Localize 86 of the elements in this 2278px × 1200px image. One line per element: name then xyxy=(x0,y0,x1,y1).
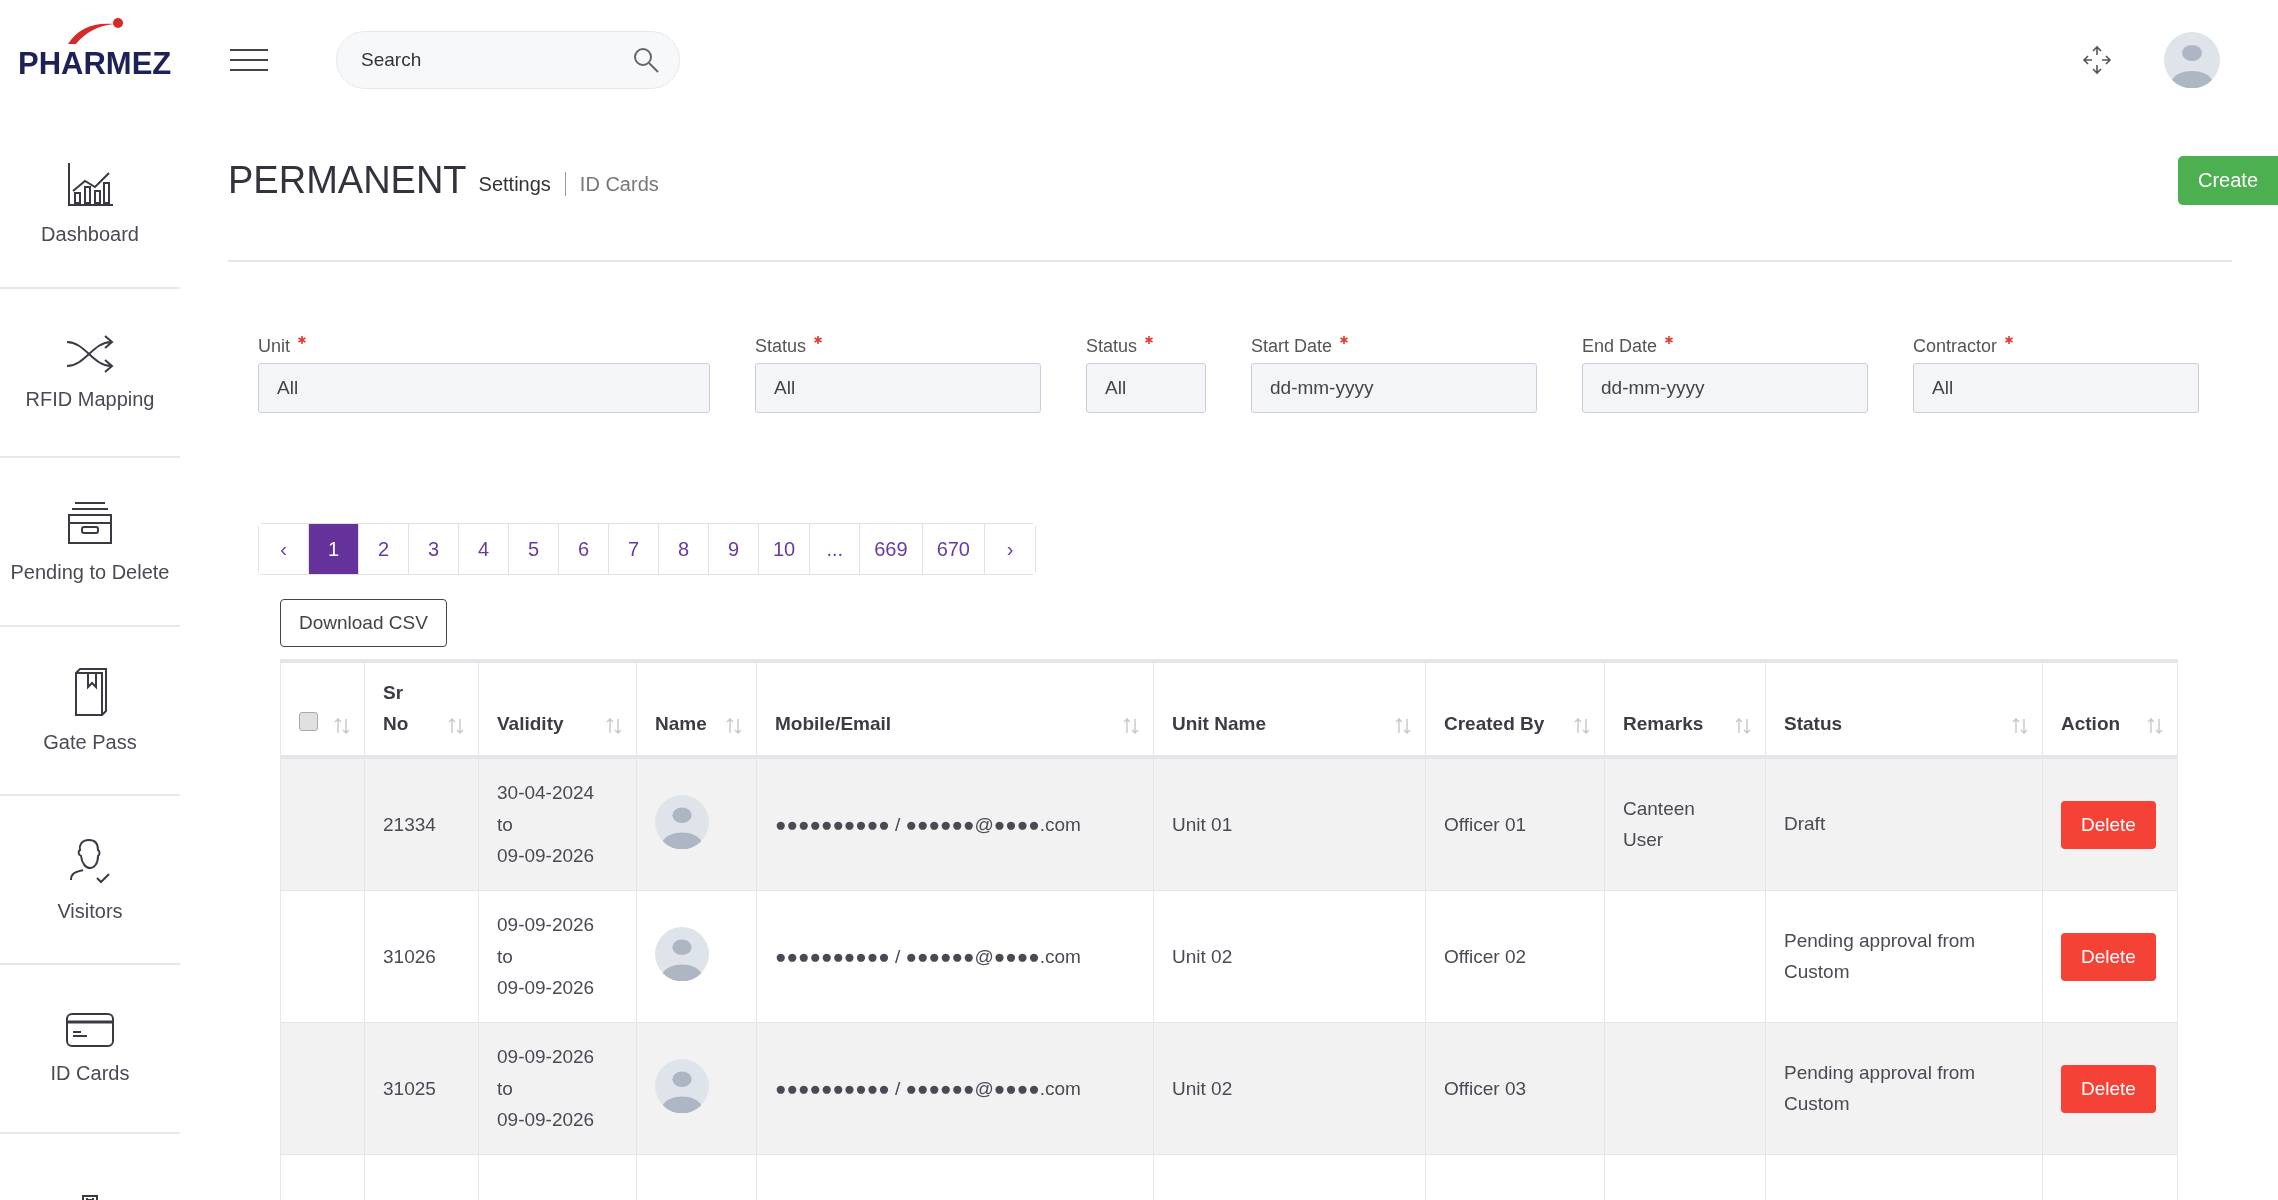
table-cell-text: Draft xyxy=(1784,812,1827,837)
delete-button[interactable]: Delete xyxy=(2061,800,2156,849)
id-card-icon xyxy=(65,1012,115,1048)
sort-icon[interactable] xyxy=(1123,717,1139,735)
sidebar-item[interactable]: Dashboard xyxy=(0,120,180,289)
validity-cell-text: 09-09-2026 to 09-09-2026 xyxy=(497,1045,596,1133)
sidebar-item[interactable]: ID Cards xyxy=(0,965,180,1134)
sort-icon[interactable] xyxy=(1574,717,1590,735)
filter-field[interactable]: All xyxy=(1913,363,2199,413)
page-link[interactable]: 1 xyxy=(309,524,359,574)
sort-icon[interactable] xyxy=(1395,717,1411,735)
field-label: Start Date xyxy=(1251,336,1333,357)
sidebar-label: Dashboard xyxy=(41,223,139,246)
validity-cell-text: 30-04-2024 to 09-09-2026 xyxy=(497,781,596,869)
table-cell: ●●●●●●●●●● / ●●●●●●@●●●●.com xyxy=(775,813,1081,835)
download-csv-button[interactable]: Download CSV xyxy=(280,599,447,647)
sidebar-item[interactable]: RFID Mapping xyxy=(0,289,180,458)
avatar-icon xyxy=(655,927,709,981)
archive-box-icon xyxy=(65,499,115,547)
table-cell: Unit 02 xyxy=(1172,1077,1233,1099)
avatar-icon[interactable] xyxy=(2164,32,2220,88)
table-cell: 21334 xyxy=(383,813,436,835)
menu-icon[interactable] xyxy=(230,48,268,72)
date-field[interactable]: dd-mm-yyyy xyxy=(1251,363,1537,413)
filter-field[interactable]: All xyxy=(1086,363,1206,413)
sidebar-label: Pending to Delete xyxy=(10,561,170,584)
field-label: Contractor xyxy=(1913,336,1998,357)
table-cell-text: Canteen User xyxy=(1623,797,1696,852)
sort-icon[interactable] xyxy=(2012,717,2028,735)
column-header: Name xyxy=(655,711,707,736)
column-header: Validity xyxy=(497,711,564,736)
column-header: Remarks xyxy=(1623,711,1704,736)
sidebar-label: ID Cards xyxy=(50,1062,130,1085)
field-label: Status xyxy=(1086,336,1138,357)
sort-icon[interactable] xyxy=(448,717,464,735)
field-label: Unit xyxy=(258,336,290,357)
sidebar-label: Gate Pass xyxy=(43,731,137,754)
table-cell: 31025 xyxy=(383,1077,436,1099)
filter-field[interactable]: All xyxy=(258,363,710,413)
sidebar-item[interactable]: Pending to Delete xyxy=(0,458,180,627)
filter-field[interactable]: All xyxy=(755,363,1041,413)
sort-icon[interactable] xyxy=(1735,717,1751,735)
sidebar-item[interactable]: Gate Pass xyxy=(0,627,180,796)
column-header: Sr No xyxy=(383,681,410,736)
delete-button[interactable]: Delete xyxy=(2061,1064,2156,1113)
column-header: Unit Name xyxy=(1172,711,1266,736)
column-header: Mobile/Email xyxy=(775,711,892,736)
swoosh-icon xyxy=(68,18,123,44)
fullscreen-icon[interactable] xyxy=(2082,45,2112,75)
table-cell: 31026 xyxy=(383,945,436,967)
table-cell: Officer 01 xyxy=(1444,813,1527,835)
logo: PHARMEZ xyxy=(18,46,172,81)
table-cell-text: Pending approval from Custom xyxy=(1784,929,1977,984)
table-cell: ●●●●●●●●●● / ●●●●●●@●●●●.com xyxy=(775,1077,1081,1099)
shuffle-icon xyxy=(65,334,115,374)
sidebar-label: Visitors xyxy=(57,900,123,923)
table-cell: Officer 02 xyxy=(1444,945,1527,967)
avatar-icon xyxy=(655,795,709,849)
delete-button[interactable]: Delete xyxy=(2061,932,2156,981)
search-icon[interactable] xyxy=(632,46,660,74)
sort-icon[interactable] xyxy=(726,717,742,735)
select-all-checkbox[interactable] xyxy=(299,712,318,731)
column-header: Action xyxy=(2061,711,2121,736)
sidebar-label: RFID Mapping xyxy=(25,388,155,411)
date-field[interactable]: dd-mm-yyyy xyxy=(1582,363,1868,413)
validity-cell-text: 09-09-2026 to 09-09-2026 xyxy=(497,913,596,1001)
sort-icon[interactable] xyxy=(334,717,350,735)
sort-icon[interactable] xyxy=(606,717,622,735)
sort-icon[interactable] xyxy=(2147,717,2163,735)
page-title: PERMANENT xyxy=(228,158,467,202)
field-label: End Date xyxy=(1582,336,1658,357)
table-cell: Unit 02 xyxy=(1172,945,1233,967)
column-header: Status xyxy=(1784,711,1843,736)
avatar-icon xyxy=(655,1059,709,1113)
chart-icon xyxy=(65,161,115,209)
field-label: Status xyxy=(755,336,807,357)
column-header: Created By xyxy=(1444,711,1545,736)
table-cell: Officer 03 xyxy=(1444,1077,1527,1099)
page-link[interactable]: ‹ xyxy=(259,524,309,574)
search-field[interactable]: Search xyxy=(336,31,680,89)
table-cell: Unit 01 xyxy=(1172,813,1233,835)
table-cell-text: Pending approval from Custom xyxy=(1784,1061,1977,1116)
breadcrumb-link[interactable]: Settings xyxy=(478,172,551,196)
table-cell: ●●●●●●●●●● / ●●●●●●@●●●●.com xyxy=(775,945,1081,967)
breadcrumb-current: ID Cards xyxy=(579,172,659,196)
sidebar-item[interactable]: Visitors xyxy=(0,796,180,965)
